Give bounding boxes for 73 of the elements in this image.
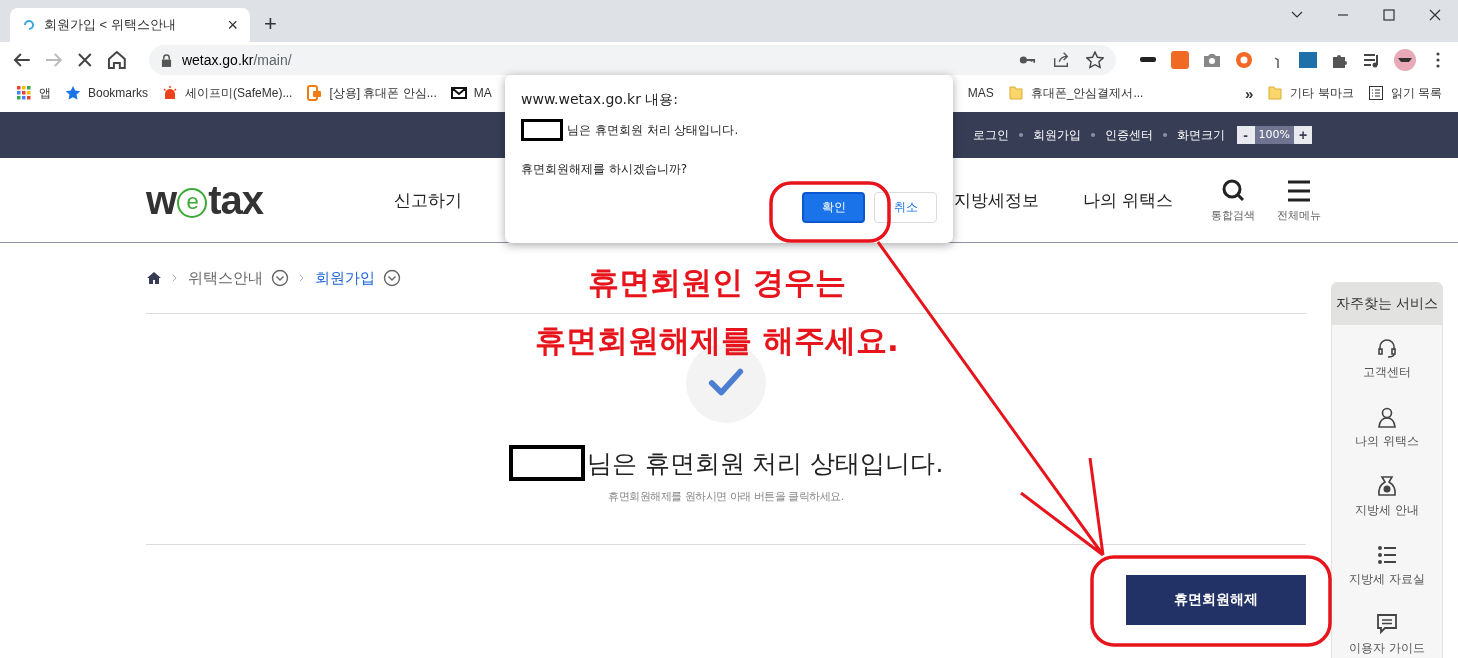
new-tab-button[interactable]: + — [264, 11, 277, 37]
zoom-out-button[interactable]: - — [1236, 126, 1255, 144]
zoom-in-button[interactable]: + — [1294, 126, 1312, 144]
loading-icon — [22, 18, 36, 32]
bookmark[interactable]: 휴대폰_안심결제서... — [1007, 84, 1144, 102]
zoom-value: 100% — [1254, 126, 1294, 144]
quick-menu-item[interactable]: 고객센터 — [1332, 325, 1442, 394]
address-bar[interactable]: wetax.go.kr/main/ — [148, 45, 1116, 75]
more-bookmarks-button[interactable]: » — [1244, 84, 1254, 102]
phone-icon — [306, 85, 323, 101]
quick-menu-item[interactable]: 나의 위택스 — [1332, 394, 1442, 463]
nav-menu-item[interactable]: 지방세정보 — [954, 188, 1039, 212]
mail-icon — [450, 85, 467, 101]
close-tab-button[interactable]: × — [227, 14, 238, 36]
home-icon[interactable] — [146, 270, 162, 286]
bookmark[interactable]: 세이프미(SafeMe)... — [162, 84, 293, 102]
lock-icon — [160, 53, 172, 67]
header-tool-button[interactable]: 전체메뉴 — [1277, 177, 1322, 223]
quick-menu-item[interactable]: 이용자 가이드 — [1332, 601, 1442, 658]
folder-icon — [1267, 85, 1284, 101]
list-icon — [1367, 85, 1384, 101]
headset-icon — [1376, 337, 1398, 359]
search-icon — [1220, 177, 1247, 204]
hint-text: 휴면회원해제를 원하시면 아래 버튼을 클릭하세요. — [608, 489, 844, 504]
list-icon — [1376, 544, 1398, 566]
bookmark[interactable]: [상용] 휴대폰 안심... — [306, 84, 437, 102]
header-tool-button[interactable]: 통합검색 — [1211, 177, 1256, 223]
dialog-question: 휴면회원해제를 하시겠습니까? — [521, 161, 689, 178]
reading-list[interactable]: 읽기 목록 — [1367, 84, 1442, 102]
dropdown-icon[interactable] — [383, 269, 401, 287]
extension-icon[interactable] — [1169, 50, 1190, 70]
dialog-button[interactable]: 확인 — [802, 192, 865, 223]
quick-menu-item[interactable]: 지방세 자료실 — [1332, 532, 1442, 601]
home-icon[interactable] — [105, 48, 129, 72]
quick-menu-item[interactable]: 지방세 안내 — [1332, 463, 1442, 532]
browser-tab[interactable]: 회원가입 < 위택스안내 × — [10, 8, 250, 42]
siren-icon — [162, 85, 179, 101]
redaction-box — [521, 119, 563, 141]
avatar-icon[interactable] — [1393, 49, 1416, 71]
breadcrumb-link[interactable]: 위택스안내 — [188, 268, 263, 288]
apps-icon — [16, 85, 32, 101]
url-text: wetax.go.kr/main/ — [181, 52, 292, 68]
other-bookmarks[interactable]: 기타 북마크 — [1267, 84, 1354, 102]
tab-title: 회원가입 < 위택스안내 — [44, 16, 177, 34]
dialog-button[interactable]: 취소 — [874, 192, 937, 223]
chat-icon — [1376, 613, 1398, 635]
top-link[interactable]: 화면크기 — [1176, 126, 1225, 144]
share-icon[interactable] — [1051, 51, 1070, 69]
star-icon — [65, 85, 81, 101]
top-link[interactable]: 로그인 — [972, 126, 1009, 144]
money-bag-icon — [1376, 475, 1398, 497]
nav-menu-item[interactable]: 나의 위택스 — [1083, 188, 1174, 212]
dialog-title: www.wetax.go.kr 내용: — [521, 91, 680, 109]
dialog-message: 님은 휴면회원 처리 상태입니다. — [567, 121, 739, 139]
release-dormant-button[interactable]: 휴면회원해제 — [1126, 575, 1306, 625]
bookmark[interactable]: Bookmarks — [65, 85, 149, 101]
person-icon — [1376, 406, 1398, 428]
lifebuoy-icon[interactable] — [1233, 50, 1254, 70]
annotation-text: 휴면회원해제를 해주세요. — [535, 322, 899, 358]
nav-menu-item[interactable]: 신고하기 — [394, 188, 462, 212]
top-link[interactable]: 인증센터 — [1104, 126, 1153, 144]
quick-menu-title: 자주찾는 서비스 — [1332, 283, 1442, 325]
bookmark[interactable]: MA — [450, 85, 492, 101]
top-link[interactable]: 회원가입 — [1032, 126, 1081, 144]
bookmark[interactable]: 앱 — [16, 84, 51, 102]
status-message: 님은 휴면회원 처리 상태입니다. — [586, 447, 944, 480]
breadcrumb-link[interactable]: 회원가입 — [315, 268, 375, 288]
dropdown-icon[interactable] — [271, 269, 289, 287]
logo[interactable]: w e tax — [146, 177, 394, 223]
folder-icon — [1007, 85, 1024, 101]
bookmark[interactable]: MAS — [967, 86, 994, 100]
star-outline-icon[interactable] — [1085, 51, 1104, 69]
annotation-text: 휴면회원인 경우는 — [587, 264, 847, 300]
